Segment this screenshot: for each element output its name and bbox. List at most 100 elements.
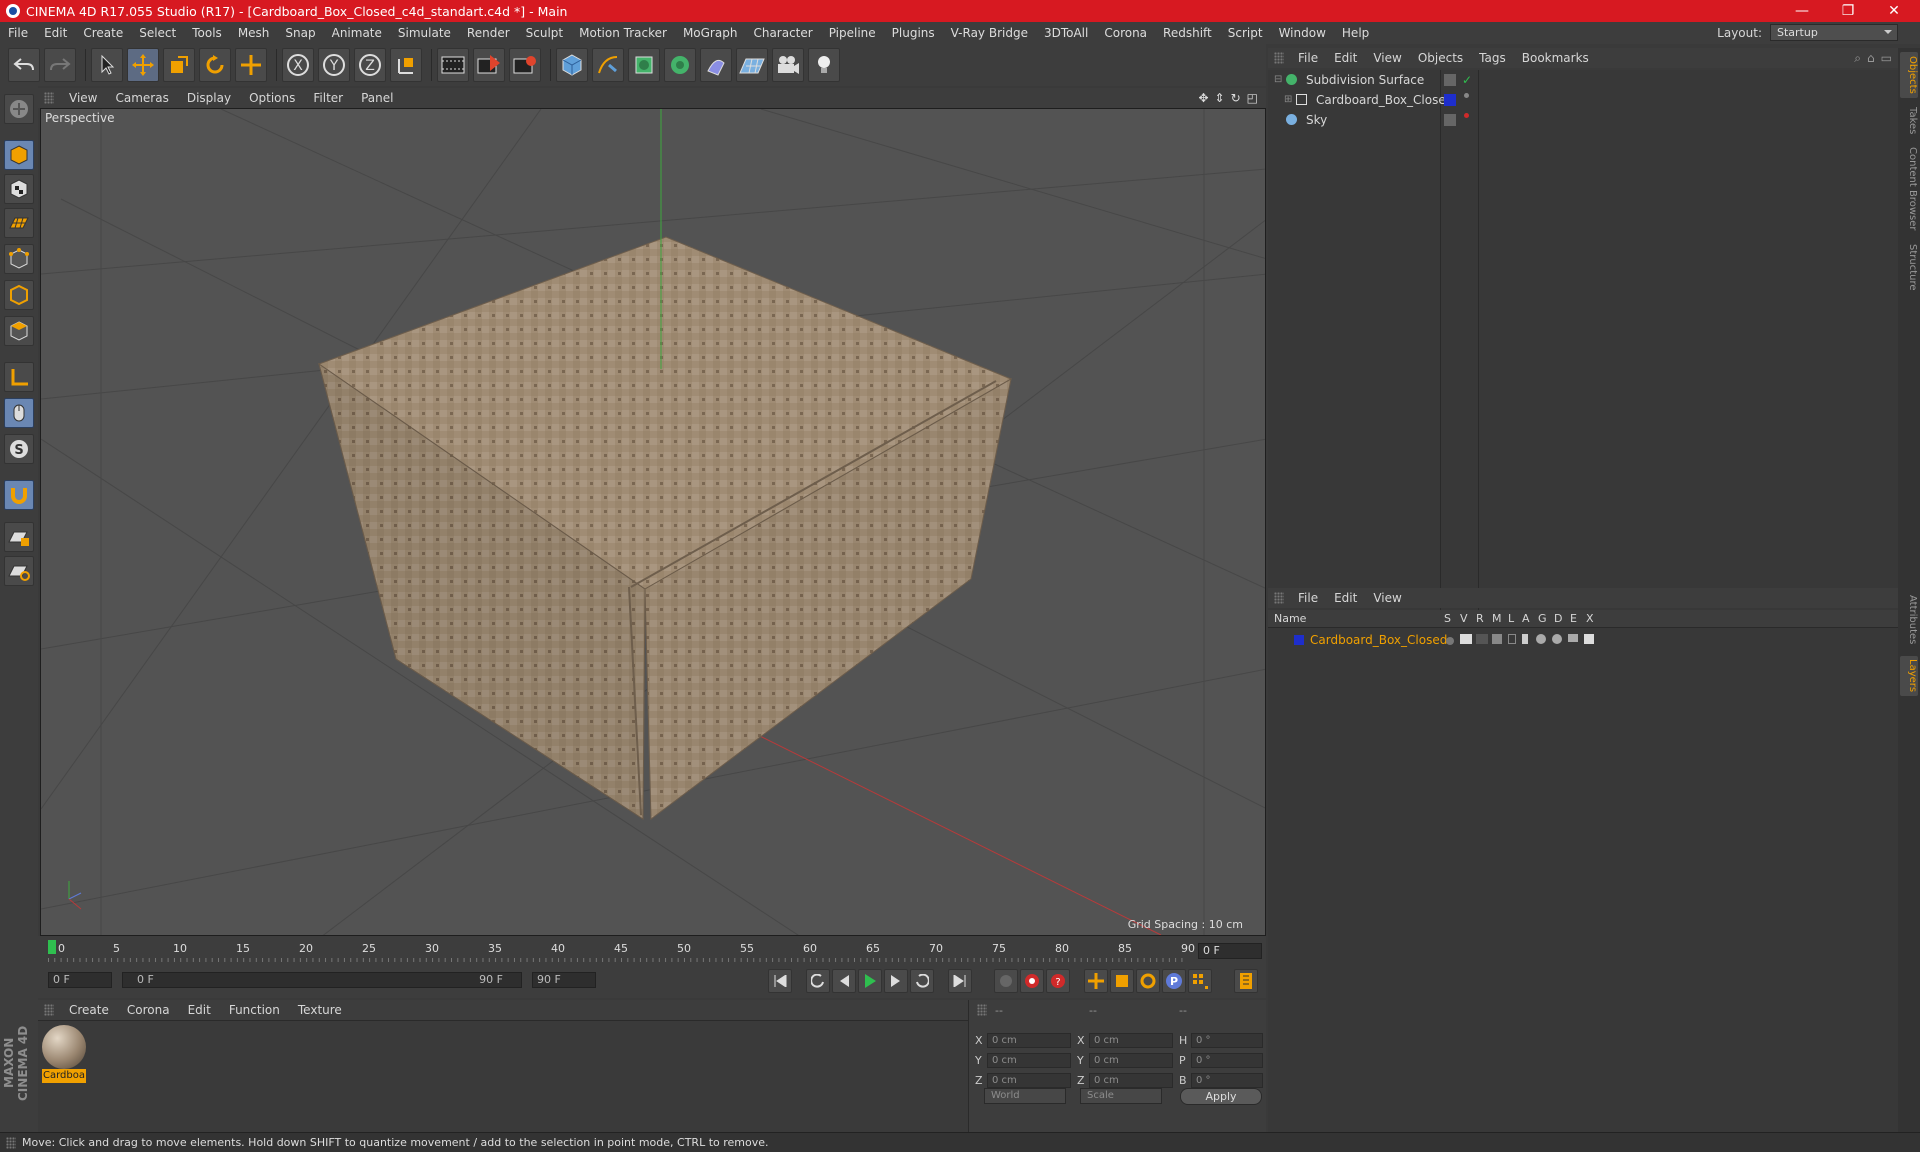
layer-generators-icon[interactable] [1536,634,1546,644]
tab-content-browser[interactable]: Content Browser [1900,144,1918,234]
object-menu-view[interactable]: View [1365,51,1409,65]
viewport-menu-options[interactable]: Options [240,91,304,105]
timeline-window-icon[interactable] [1234,969,1258,993]
editor-visibility-icon[interactable] [1444,113,1456,126]
layer-render-icon[interactable] [1476,634,1488,644]
expand-toggle-icon[interactable]: ⊞ [1284,94,1292,105]
select-tool-icon[interactable] [91,48,123,82]
points-mode-icon[interactable] [4,244,34,274]
timeline-ruler[interactable]: 0 5 10 15 20 25 30 35 40 45 50 55 60 65 … [38,936,1266,964]
viewport-maximize-icon[interactable]: ◰ [1247,91,1258,105]
coordinate-mode-dropdown[interactable]: World [984,1088,1066,1104]
floor-icon[interactable] [736,48,768,82]
autokeying-icon[interactable]: ? [1046,969,1070,993]
previous-key-icon[interactable] [806,969,830,993]
menu-vray-bridge[interactable]: V-Ray Bridge [943,26,1036,40]
scale-tool-icon[interactable] [163,48,195,82]
play-icon[interactable] [858,969,882,993]
camera-icon[interactable] [772,48,804,82]
rotation-b-field[interactable]: 0 ° [1191,1073,1263,1088]
layer-deformers-icon[interactable] [1552,634,1562,644]
layer-expressions-icon[interactable] [1568,634,1578,642]
layer-view-icon[interactable] [1460,634,1472,644]
minimize-button[interactable]: — [1780,0,1824,22]
menu-help[interactable]: Help [1334,26,1377,40]
z-axis-lock-button[interactable]: Z [354,48,386,82]
record-keys-icon[interactable] [1020,969,1044,993]
deformer-icon[interactable] [700,48,732,82]
layer-color-swatch[interactable] [1444,93,1456,106]
key-position-icon[interactable] [1084,969,1108,993]
tab-structure[interactable]: Structure [1900,240,1918,294]
frame-range-slider[interactable]: 0 F 90 F [122,972,522,988]
rotate-tool-icon[interactable] [199,48,231,82]
menu-redshift[interactable]: Redshift [1155,26,1220,40]
size-x-field[interactable]: 0 cm [1089,1033,1173,1048]
size-y-field[interactable]: 0 cm [1089,1053,1173,1068]
material-menu-create[interactable]: Create [60,1003,118,1017]
object-menu-objects[interactable]: Objects [1410,51,1471,65]
render-picture-viewer-icon[interactable] [473,48,505,82]
texture-mode-icon[interactable] [4,174,34,204]
layer-animation-icon[interactable] [1522,634,1528,644]
go-to-end-icon[interactable] [948,969,972,993]
menu-3dtoall[interactable]: 3DToAll [1036,26,1096,40]
menu-script[interactable]: Script [1220,26,1271,40]
viewport-menu-panel[interactable]: Panel [352,91,402,105]
object-search-icon[interactable]: ⌕ [1854,51,1861,66]
enabled-check-icon[interactable]: ✓ [1462,73,1472,87]
menu-simulate[interactable]: Simulate [390,26,459,40]
snap-magnet-icon[interactable] [4,480,34,510]
layout-dropdown[interactable]: Startup [1770,24,1898,41]
size-mode-dropdown[interactable]: Scale [1080,1088,1162,1104]
position-x-field[interactable]: 0 cm [987,1033,1071,1048]
workplane-lock-icon[interactable] [4,522,34,552]
layer-lock-icon[interactable] [1508,634,1516,644]
rotation-h-field[interactable]: 0 ° [1191,1033,1263,1048]
menu-window[interactable]: Window [1271,26,1334,40]
start-frame-field[interactable]: 0 F [48,972,112,988]
key-scale-icon[interactable] [1110,969,1134,993]
layer-menu-file[interactable]: File [1290,591,1326,605]
polygons-mode-icon[interactable] [4,316,34,346]
menu-mesh[interactable]: Mesh [230,26,278,40]
layer-manager-icon[interactable] [1492,634,1502,644]
menu-create[interactable]: Create [75,26,131,40]
collapse-toggle-icon[interactable]: ⊟ [1274,74,1282,85]
size-z-field[interactable]: 0 cm [1089,1073,1173,1088]
visibility-dot-icon[interactable] [1464,113,1469,118]
current-frame-field[interactable]: 0 F [1198,943,1262,959]
viewport-menu-view[interactable]: View [60,91,106,105]
position-y-field[interactable]: 0 cm [987,1053,1071,1068]
tab-attributes[interactable]: Attributes [1900,588,1918,652]
layer-solo-icon[interactable] [1446,637,1454,645]
apply-button[interactable]: Apply [1180,1088,1262,1105]
make-editable-icon[interactable] [4,94,34,124]
menu-plugins[interactable]: Plugins [884,26,943,40]
tab-takes[interactable]: Takes [1900,104,1918,138]
tweak-mode-icon[interactable] [4,398,34,428]
edges-mode-icon[interactable] [4,280,34,310]
transform-tool-icon[interactable] [235,48,267,82]
key-parameter-icon[interactable]: P [1162,969,1186,993]
menu-motion-tracker[interactable]: Motion Tracker [571,26,675,40]
render-view-icon[interactable] [437,48,469,82]
subdivision-surface-icon[interactable] [628,48,660,82]
maximize-button[interactable]: ❐ [1826,0,1870,22]
menu-sculpt[interactable]: Sculpt [518,26,571,40]
undo-button[interactable] [8,48,40,82]
move-tool-icon[interactable] [127,48,159,82]
playhead-marker[interactable] [48,940,56,954]
material-menu-function[interactable]: Function [220,1003,289,1017]
x-axis-lock-button[interactable]: X [282,48,314,82]
model-mode-icon[interactable] [4,140,34,170]
cloner-icon[interactable] [664,48,696,82]
layer-xref-icon[interactable] [1584,634,1594,644]
menu-file[interactable]: File [0,26,36,40]
object-menu-tags[interactable]: Tags [1471,51,1514,65]
material-swatch[interactable]: Cardboa [42,1025,86,1085]
object-menu-edit[interactable]: Edit [1326,51,1365,65]
menu-edit[interactable]: Edit [36,26,75,40]
object-row-sky[interactable]: Sky [1268,110,1898,129]
viewport-move-icon[interactable]: ✥ [1198,91,1208,105]
